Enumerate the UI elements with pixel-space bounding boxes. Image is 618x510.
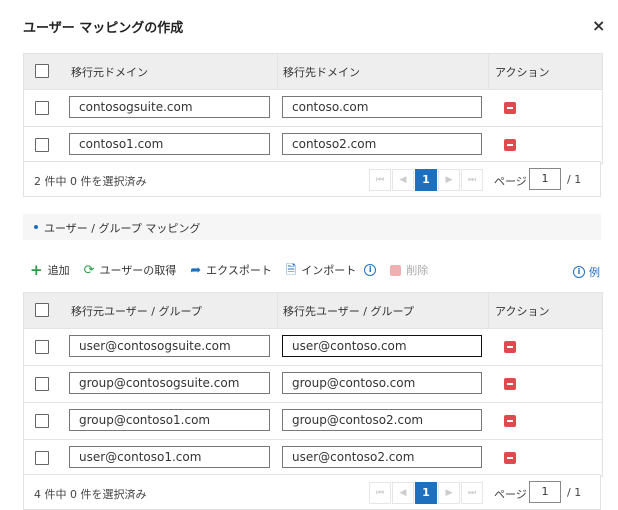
table-row — [24, 440, 602, 477]
delete-label: 削除 — [406, 264, 429, 277]
target-user-input[interactable] — [282, 372, 482, 394]
page-number-input[interactable]: 1 — [529, 481, 561, 503]
delete-button[interactable]: 削除 — [390, 262, 428, 278]
row-checkbox[interactable] — [35, 414, 49, 428]
table-row — [24, 329, 602, 366]
create-user-mapping-dialog: ユーザー マッピングの作成 × 移行元ドメイン 移行先ドメイン アクション 2 … — [0, 0, 618, 510]
row-checkbox[interactable] — [35, 138, 49, 152]
section-header: ユーザー / グループ マッピング — [23, 214, 601, 240]
export-button[interactable]: ➦ エクスポート — [190, 262, 272, 278]
table-row — [24, 366, 602, 403]
user-table-footer: 4 件中 0 件を選択済み ⏮ ◀ 1 ▶ ⏭ ページ 1 / 1 — [23, 474, 601, 510]
row-checkbox[interactable] — [35, 340, 49, 354]
page-total: / 1 — [567, 173, 582, 186]
user-mapping-table: 移行元ユーザー / グループ 移行先ユーザー / グループ アクション — [23, 292, 603, 477]
row-checkbox[interactable] — [35, 377, 49, 391]
add-label: 追加 — [47, 264, 70, 277]
file-import-icon: 🗎 — [285, 262, 297, 278]
table-row — [24, 90, 602, 127]
close-icon[interactable]: × — [592, 16, 605, 35]
minus-square-icon — [390, 264, 402, 276]
table-row — [24, 127, 602, 164]
source-user-input[interactable] — [69, 409, 270, 431]
delete-row-icon[interactable] — [504, 102, 516, 114]
toolbar: + 追加 ⟳ ユーザーの取得 ➦ エクスポート 🗎 インポート i 削除 — [30, 261, 442, 279]
page-total: / 1 — [567, 486, 582, 499]
source-domain-input[interactable] — [69, 133, 270, 155]
source-domain-input[interactable] — [69, 96, 270, 118]
page-label: ページ — [494, 175, 527, 188]
info-icon: i — [573, 266, 585, 278]
import-label: インポート — [301, 264, 357, 277]
first-page-icon[interactable]: ⏮ — [369, 169, 391, 191]
dialog-title: ユーザー マッピングの作成 — [23, 21, 184, 36]
domain-mapping-table: 移行元ドメイン 移行先ドメイン アクション — [23, 53, 603, 164]
delete-row-icon[interactable] — [504, 341, 516, 353]
export-label: エクスポート — [206, 264, 272, 277]
column-header-target-user: 移行先ユーザー / グループ — [283, 305, 414, 318]
section-title: ユーザー / グループ マッピング — [44, 222, 201, 235]
fetch-users-button[interactable]: ⟳ ユーザーの取得 — [84, 262, 177, 278]
source-user-input[interactable] — [69, 372, 270, 394]
table-row — [24, 403, 602, 440]
row-checkbox[interactable] — [35, 451, 49, 465]
next-page-icon[interactable]: ▶ — [438, 169, 460, 191]
page-button[interactable]: 1 — [415, 169, 437, 191]
target-domain-input[interactable] — [282, 96, 482, 118]
selection-count: 4 件中 0 件を選択済み — [34, 488, 147, 501]
domain-table-footer: 2 件中 0 件を選択済み ⏮ ◀ 1 ▶ ⏭ ページ 1 / 1 — [23, 161, 601, 197]
info-icon[interactable]: i — [364, 264, 377, 276]
share-arrow-icon: ➦ — [190, 262, 202, 278]
select-all-checkbox[interactable] — [35, 64, 49, 78]
next-page-icon[interactable]: ▶ — [438, 482, 460, 504]
column-header-source-domain: 移行元ドメイン — [71, 66, 148, 79]
example-link[interactable]: i 例 — [573, 264, 600, 280]
bullet-icon — [34, 225, 38, 229]
column-header-source-user: 移行元ユーザー / グループ — [71, 305, 202, 318]
pagination: ⏮ ◀ 1 ▶ ⏭ — [369, 482, 484, 504]
last-page-icon[interactable]: ⏭ — [461, 169, 483, 191]
column-header-target-domain: 移行先ドメイン — [283, 66, 360, 79]
import-button[interactable]: 🗎 インポート i — [285, 262, 377, 278]
add-button[interactable]: + 追加 — [30, 262, 70, 278]
fetch-users-label: ユーザーの取得 — [99, 264, 177, 277]
table-header-row: 移行元ユーザー / グループ 移行先ユーザー / グループ アクション — [24, 293, 602, 329]
delete-row-icon[interactable] — [504, 378, 516, 390]
source-user-input[interactable] — [69, 446, 270, 468]
page-button[interactable]: 1 — [415, 482, 437, 504]
plus-icon: + — [30, 260, 43, 279]
target-user-input[interactable] — [282, 446, 482, 468]
delete-row-icon[interactable] — [504, 452, 516, 464]
column-header-action: アクション — [495, 305, 550, 318]
target-user-input[interactable] — [282, 335, 482, 357]
delete-row-icon[interactable] — [504, 139, 516, 151]
target-user-input[interactable] — [282, 409, 482, 431]
delete-row-icon[interactable] — [504, 415, 516, 427]
source-user-input[interactable] — [69, 335, 270, 357]
row-checkbox[interactable] — [35, 101, 49, 115]
pagination: ⏮ ◀ 1 ▶ ⏭ — [369, 169, 484, 191]
prev-page-icon[interactable]: ◀ — [392, 169, 414, 191]
column-header-action: アクション — [495, 66, 550, 79]
prev-page-icon[interactable]: ◀ — [392, 482, 414, 504]
last-page-icon[interactable]: ⏭ — [461, 482, 483, 504]
first-page-icon[interactable]: ⏮ — [369, 482, 391, 504]
target-domain-input[interactable] — [282, 133, 482, 155]
select-all-checkbox[interactable] — [35, 303, 49, 317]
page-label: ページ — [494, 488, 527, 501]
selection-count: 2 件中 0 件を選択済み — [34, 175, 147, 188]
page-number-input[interactable]: 1 — [529, 168, 561, 190]
refresh-icon: ⟳ — [83, 262, 95, 278]
table-header-row: 移行元ドメイン 移行先ドメイン アクション — [24, 54, 602, 90]
example-label: 例 — [589, 266, 600, 279]
